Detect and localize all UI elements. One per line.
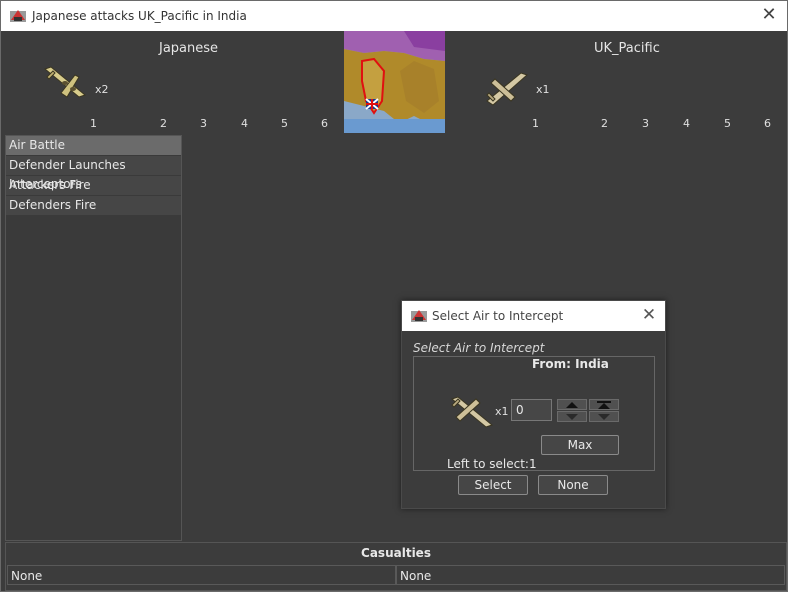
- attacker-die-5: 5: [281, 117, 288, 130]
- defender-die-3: 3: [642, 117, 649, 130]
- max-button[interactable]: Max: [541, 435, 619, 455]
- app-icon: [411, 310, 427, 322]
- attacker-name: Japanese: [159, 41, 219, 56]
- attacker-unit-multiplier: x2: [95, 83, 109, 96]
- none-button[interactable]: None: [538, 475, 608, 495]
- step-item-defenders-fire[interactable]: Defenders Fire: [6, 196, 181, 216]
- arrow-up-icon: [598, 403, 610, 409]
- step-item-air-battle[interactable]: Air Battle: [6, 136, 181, 156]
- quantity-field[interactable]: 0: [511, 399, 552, 421]
- window-title: Japanese attacks UK_Pacific in India: [32, 9, 247, 23]
- attacker-die-1: 1: [90, 117, 97, 130]
- defender-die-1: 1: [532, 117, 539, 130]
- dialog-titlebar: Select Air to Intercept ✕: [402, 301, 665, 331]
- from-territory-label: From: India: [532, 357, 609, 371]
- step-item-defender-launches-interceptors[interactable]: Defender Launches Interceptors: [6, 156, 181, 191]
- close-icon[interactable]: ✕: [639, 305, 659, 325]
- dialog-title: Select Air to Intercept: [432, 309, 564, 323]
- defender-unit-multiplier: x1: [536, 83, 550, 96]
- select-air-intercept-dialog: Select Air to Intercept ✕ Select Air to …: [401, 300, 666, 509]
- attacker-die-3: 3: [200, 117, 207, 130]
- battle-header: Japanese x2 1 2 3 4 5 6 UK_Pacific x1 1 …: [1, 31, 787, 133]
- fighter-plane-icon: [450, 396, 494, 428]
- decrement-min-button[interactable]: [589, 411, 619, 422]
- intercept-selection-panel: From: India x1 0 Max Left to select:1: [413, 356, 655, 471]
- defender-name: UK_Pacific: [594, 41, 660, 56]
- unit-multiplier: x1: [495, 405, 509, 418]
- territory-map-thumbnail: [344, 31, 445, 133]
- close-icon[interactable]: ✕: [759, 5, 779, 25]
- decrement-button[interactable]: [557, 411, 587, 422]
- arrow-down-icon: [566, 414, 578, 420]
- battle-window: Japanese attacks UK_Pacific in India ✕ J…: [0, 0, 788, 592]
- select-button[interactable]: Select: [458, 475, 528, 495]
- casualties-title: Casualties: [361, 546, 431, 560]
- defender-casualties: None: [396, 565, 785, 585]
- increment-button[interactable]: [557, 399, 587, 410]
- casualties-panel: Casualties None None: [5, 542, 787, 591]
- attacker-die-6: 6: [321, 117, 328, 130]
- left-to-select-label: Left to select:1: [447, 457, 537, 471]
- arrow-up-icon: [566, 402, 578, 408]
- app-icon: [10, 10, 26, 22]
- step-item-attackers-fire[interactable]: Attackers Fire: [6, 176, 181, 196]
- increment-max-button[interactable]: [589, 399, 619, 410]
- dialog-heading: Select Air to Intercept: [413, 341, 545, 355]
- window-titlebar: Japanese attacks UK_Pacific in India ✕: [1, 1, 787, 31]
- bomber-plane-icon: [43, 66, 87, 98]
- arrow-down-icon: [598, 414, 610, 420]
- attacker-die-2: 2: [160, 117, 167, 130]
- battle-steps-list: Air Battle Defender Launches Interceptor…: [5, 135, 182, 541]
- defender-die-2: 2: [601, 117, 608, 130]
- attacker-casualties: None: [7, 565, 396, 585]
- defender-die-6: 6: [764, 117, 771, 130]
- defender-die-5: 5: [724, 117, 731, 130]
- attacker-die-4: 4: [241, 117, 248, 130]
- fighter-plane-icon: [486, 72, 528, 106]
- defender-die-4: 4: [683, 117, 690, 130]
